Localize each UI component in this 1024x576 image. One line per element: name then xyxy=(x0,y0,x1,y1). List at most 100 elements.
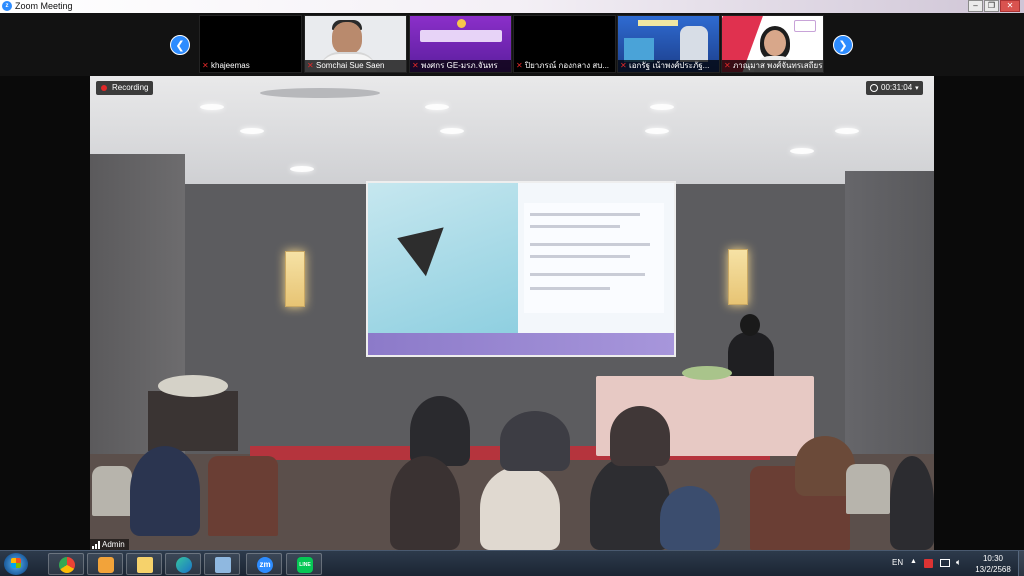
chrome-icon xyxy=(59,557,75,573)
table-flowers xyxy=(682,366,732,380)
taskbar-app-media-player[interactable] xyxy=(87,553,123,575)
participant-name-label: ✕ ภาณุมาส พงศ์จันทรเสถียร xyxy=(722,60,823,72)
participant-tile[interactable]: ✕ ภาณุมาส พงศ์จันทรเสถียร xyxy=(721,15,824,73)
slide-footer-band xyxy=(368,333,674,355)
muted-mic-icon: ✕ xyxy=(724,61,731,70)
chevron-down-icon: ▾ xyxy=(915,85,919,92)
muted-mic-icon: ✕ xyxy=(202,61,209,70)
right-wall xyxy=(845,171,934,454)
podium-flowers xyxy=(158,375,228,397)
taskbar-app-file-explorer[interactable] xyxy=(126,553,162,575)
close-button[interactable]: ✕ xyxy=(1000,0,1020,12)
wall-sconce xyxy=(728,249,748,305)
shared-banner xyxy=(420,30,502,42)
maximize-button[interactable]: ❐ xyxy=(984,0,999,12)
taskbar-app-chrome[interactable] xyxy=(48,553,84,575)
muted-mic-icon: ✕ xyxy=(307,61,314,70)
projection-screen xyxy=(366,181,676,357)
title-bar: z Zoom Meeting – ❐ ✕ xyxy=(0,0,1024,13)
podium xyxy=(148,375,238,451)
ceiling-light xyxy=(290,166,314,172)
speaker-figure xyxy=(728,314,774,382)
muted-mic-icon: ✕ xyxy=(412,61,419,70)
participant-strip: ❮ ✕ khajeemas ✕ Somchai Sue Saen ✕ พงศกร GE… xyxy=(0,13,1024,76)
muted-mic-icon: ✕ xyxy=(516,61,523,70)
clock-date: 13/2/2568 xyxy=(975,565,1011,574)
audience-member xyxy=(610,406,670,466)
ceiling-light xyxy=(240,128,264,134)
window-controls: – ❐ ✕ xyxy=(968,0,1020,12)
slide-line xyxy=(530,243,650,246)
zoom-icon: zm xyxy=(257,557,273,573)
audience-member xyxy=(590,456,670,550)
slide-line xyxy=(530,255,630,258)
action-center-flag-icon[interactable] xyxy=(924,559,933,568)
background-tower xyxy=(680,26,708,62)
record-dot-icon xyxy=(101,85,107,91)
participant-tile[interactable]: ✕ Somchai Sue Saen xyxy=(304,15,407,73)
audience-member xyxy=(890,456,934,550)
meeting-timer[interactable]: 00:31:04 ▾ xyxy=(866,81,923,95)
participant-tile[interactable]: ✕ khajeemas xyxy=(199,15,302,73)
ceiling-vent xyxy=(260,88,380,98)
clock-icon xyxy=(870,84,878,92)
university-logo xyxy=(457,19,466,28)
recording-indicator[interactable]: Recording xyxy=(96,81,154,95)
participant-face xyxy=(764,30,786,56)
participant-name-label: ✕ เอกรัฐ เน้าพงศ์ประภัฐ... xyxy=(618,60,719,72)
muted-mic-icon: ✕ xyxy=(620,61,627,70)
volume-icon[interactable]: 🔈︎ xyxy=(956,557,961,568)
background-logo xyxy=(794,20,816,32)
taskbar-app-snipping-tool[interactable] xyxy=(204,553,240,575)
zoom-app-icon: z xyxy=(2,1,12,11)
system-clock[interactable]: 10:30 13/2/2568 xyxy=(970,553,1016,575)
windows-logo-icon xyxy=(11,558,21,568)
wall-sconce xyxy=(285,251,305,307)
participant-name-label: ✕ khajeemas xyxy=(200,60,301,72)
participant-name-label: ✕ พงศกร GE-มรภ.จันทร xyxy=(410,60,511,72)
taskbar-app-edge[interactable] xyxy=(165,553,201,575)
audience-member xyxy=(660,486,720,550)
background-text xyxy=(638,20,678,26)
audience-member xyxy=(480,466,560,550)
slide-line xyxy=(530,273,645,276)
media-player-icon xyxy=(98,557,114,573)
show-desktop-button[interactable] xyxy=(1018,551,1024,576)
active-speaker-video[interactable] xyxy=(90,76,934,550)
folder-icon xyxy=(137,557,153,573)
slide-text-area xyxy=(524,203,664,313)
audience-member xyxy=(130,446,200,536)
language-indicator[interactable]: EN xyxy=(892,558,903,567)
snipping-tool-icon xyxy=(215,557,231,573)
start-button[interactable] xyxy=(4,553,28,575)
participant-tile[interactable]: ✕ ปิยาภรณ์ กองกลาง สบ... xyxy=(513,15,616,73)
speaker-head xyxy=(740,314,760,336)
network-icon[interactable] xyxy=(940,559,950,567)
participant-tile[interactable]: ✕ พงศกร GE-มรภ.จันทร xyxy=(409,15,512,73)
signal-bars-icon xyxy=(92,541,100,549)
previous-page-button[interactable]: ❮ xyxy=(170,35,190,55)
zoom-meeting-window: z Zoom Meeting – ❐ ✕ ❮ ✕ khajeemas ✕ Somch… xyxy=(0,0,1024,576)
participant-name-label: ✕ Somchai Sue Saen xyxy=(305,60,406,72)
taskbar-app-zoom[interactable]: zm xyxy=(246,553,282,575)
audience-member xyxy=(500,411,570,471)
ceiling-light xyxy=(790,148,814,154)
clock-time: 10:30 xyxy=(982,554,1004,563)
ceiling xyxy=(90,76,934,184)
windows-taskbar: zm LINE EN ▲ 🔈︎ 10:30 13/2/2568 xyxy=(0,550,1024,576)
ceiling-light xyxy=(200,104,224,110)
table xyxy=(208,456,278,536)
minimize-button[interactable]: – xyxy=(968,0,983,12)
slide-line xyxy=(530,287,610,290)
ceiling-light xyxy=(440,128,464,134)
ceiling-light xyxy=(835,128,859,134)
show-hidden-icons-button[interactable]: ▲ xyxy=(910,558,917,565)
participant-tile[interactable]: ✕ เอกรัฐ เน้าพงศ์ประภัฐ... xyxy=(617,15,720,73)
ceiling-light xyxy=(645,128,669,134)
next-page-button[interactable]: ❯ xyxy=(833,35,853,55)
participant-name-label: ✕ ปิยาภรณ์ กองกลาง สบ... xyxy=(514,60,615,72)
line-icon: LINE xyxy=(297,557,313,573)
ceiling-light xyxy=(425,104,449,110)
taskbar-app-line[interactable]: LINE xyxy=(286,553,322,575)
slide-line xyxy=(530,225,620,228)
